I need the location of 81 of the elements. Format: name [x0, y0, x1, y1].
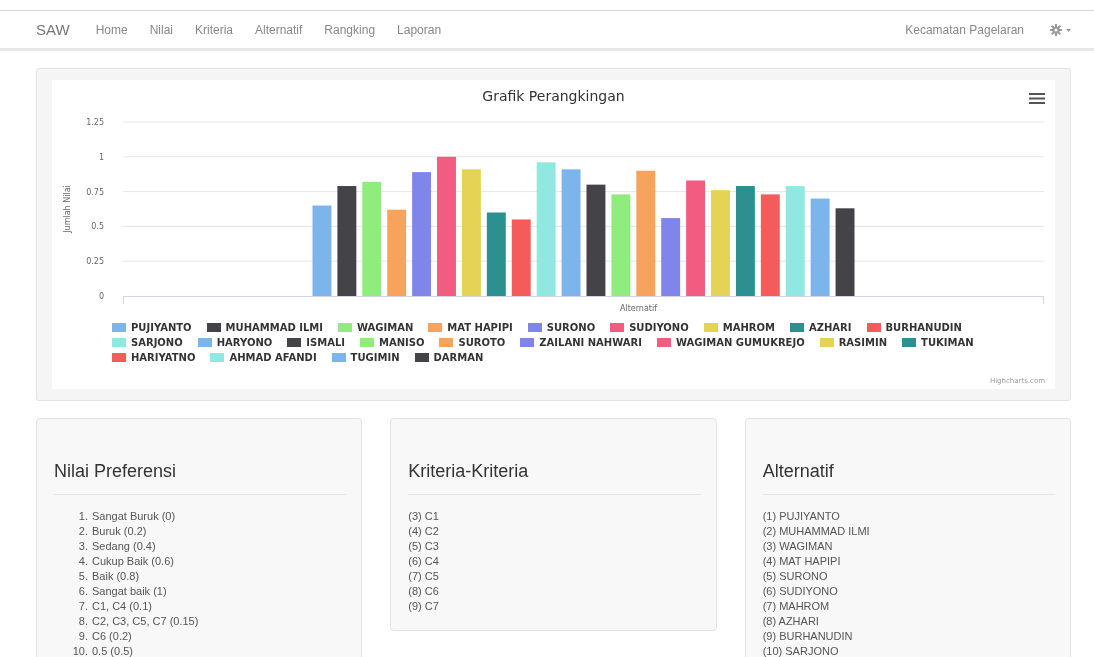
nav-link[interactable]: Alternatif — [255, 22, 303, 37]
legend-item[interactable]: SARJONO — [112, 336, 183, 349]
x-axis-title: Alternatif — [619, 304, 658, 313]
user-link[interactable]: Kecamatan Pagelaran — [905, 22, 1024, 37]
axis-tick-label: 1.25 — [86, 118, 104, 127]
list-item: (9) BURHANUDIN — [762, 629, 853, 644]
list-item: Buruk (0.2) — [92, 524, 147, 539]
list-item: Cukup Baik (0.6) — [92, 554, 174, 569]
axis-tick-label: 0 — [98, 292, 104, 301]
list-number: 2. — [77, 524, 89, 539]
settings-dropdown[interactable] — [1050, 23, 1072, 36]
list-item: C6 (0.2) — [92, 629, 132, 644]
legend-item[interactable]: MAHROM — [703, 321, 775, 334]
list-item: Baik (0.8) — [92, 569, 140, 584]
nav-link[interactable]: Nilai — [149, 22, 173, 37]
list-item: (5) SURONO — [762, 569, 828, 584]
legend-item[interactable]: TUKIMAN — [902, 336, 974, 349]
legend-item[interactable]: SUDIYONO — [610, 321, 689, 334]
legend-item[interactable]: SUROTO — [439, 336, 506, 349]
legend-item[interactable]: MANISO — [360, 336, 425, 349]
list-number: 4. — [77, 554, 89, 569]
menu-icon[interactable] — [1029, 93, 1045, 104]
axis-tick-label: 0.75 — [86, 187, 104, 197]
list-item: Sangat Buruk (0) — [92, 509, 176, 524]
list-item: (4) MAT HAPIPI — [762, 554, 841, 569]
legend-item[interactable]: ZAILANI NAHWARI — [520, 336, 642, 349]
legend-item[interactable]: AHMAD AFANDI — [210, 351, 317, 364]
list-item: (9) C7 — [408, 599, 439, 614]
brand-link[interactable]: SAW — [36, 21, 70, 38]
list-item: (3) WAGIMAN — [762, 539, 833, 554]
list-item: (3) C1 — [408, 509, 439, 524]
legend-item[interactable]: MAT HAPIPI — [428, 321, 513, 334]
list-item: (4) C2 — [408, 524, 439, 539]
chart-title: Grafik Perangkingan — [482, 87, 625, 106]
legend-item[interactable]: WAGIMAN — [338, 321, 414, 334]
list-number: 1. — [77, 509, 89, 524]
list-item: (8) AZHARI — [762, 614, 819, 629]
legend-item[interactable]: HARYONO — [197, 336, 273, 349]
nav-link[interactable]: Laporan — [397, 22, 442, 37]
legend-item[interactable]: HARIYATNO — [112, 351, 196, 364]
list-item: (7) C5 — [408, 569, 439, 584]
legend-item[interactable]: WAGIMAN GUMUKREJO — [656, 336, 805, 349]
list-number: 10. — [71, 644, 89, 657]
y-axis-title: Jumlah Nilai — [63, 185, 72, 233]
list-item: (10) SARJONO — [762, 644, 839, 657]
list-item: (5) C3 — [408, 539, 439, 554]
list-item: (2) MUHAMMAD ILMI — [762, 524, 870, 539]
nav-link[interactable]: Kriteria — [195, 22, 233, 37]
list-item: (6) SUDIYONO — [762, 584, 838, 599]
panel-title: Nilai Preferensi — [54, 460, 178, 483]
list-item: C1, C4 (0.1) — [92, 599, 152, 614]
list-item: (7) MAHROM — [762, 599, 830, 614]
legend-item[interactable]: RASIMIN — [819, 336, 888, 349]
legend-item[interactable]: BURHANUDIN — [866, 321, 962, 334]
axis-tick-label: 1 — [98, 152, 104, 162]
list-item: C2, C3, C5, C7 (0.15) — [92, 614, 199, 629]
list-item: (8) C6 — [408, 584, 439, 599]
nav-link[interactable]: Home — [95, 22, 128, 37]
legend-item[interactable]: TUGIMIN — [331, 351, 400, 364]
list-item: (6) C4 — [408, 554, 439, 569]
axis-tick-label: 0.5 — [91, 222, 104, 232]
list-number: 9. — [77, 629, 89, 644]
legend-item[interactable]: MUHAMMAD ILMI — [206, 321, 323, 334]
legend-item[interactable]: SURONO — [527, 321, 596, 334]
legend-item[interactable]: ISMALI — [287, 336, 345, 349]
list-item: Sangat baik (1) — [92, 584, 167, 599]
panel-title: Alternatif — [762, 460, 835, 483]
list-item: 0.5 (0.5) — [92, 644, 133, 657]
axis-tick-label: 0.25 — [86, 257, 104, 267]
legend-item[interactable]: PUJIYANTO — [112, 321, 192, 334]
list-number: 6. — [77, 584, 89, 599]
list-number: 7. — [77, 599, 89, 614]
list-number: 3. — [77, 539, 89, 554]
list-item: (1) PUJIYANTO — [762, 509, 840, 524]
panel-title: Kriteria-Kriteria — [408, 460, 530, 483]
legend-item[interactable]: AZHARI — [789, 321, 852, 334]
list-item: Sedang (0.4) — [92, 539, 156, 554]
list-number: 8. — [77, 614, 89, 629]
legend-item[interactable]: DARMAN — [414, 351, 484, 364]
nav-link[interactable]: Rangking — [324, 22, 376, 37]
list-number: 5. — [77, 569, 89, 584]
